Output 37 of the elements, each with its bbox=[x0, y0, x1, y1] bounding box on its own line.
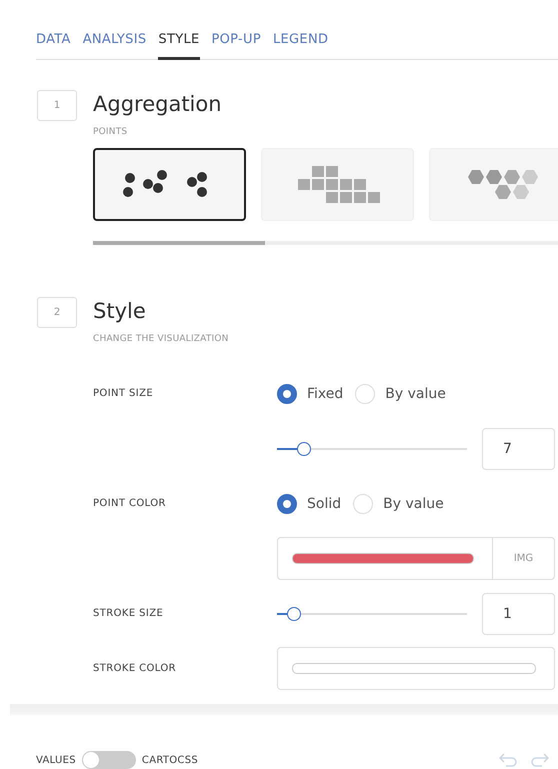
section-subtitle: CHANGE THE VISUALIZATION bbox=[93, 334, 230, 344]
tab[interactable]: DATA bbox=[36, 32, 71, 60]
step-number: 1 bbox=[37, 90, 77, 121]
radio-button[interactable] bbox=[277, 494, 297, 514]
scrollbar-thumb[interactable] bbox=[93, 241, 266, 245]
slider-thumb[interactable] bbox=[296, 442, 311, 456]
toggle-switch[interactable] bbox=[82, 751, 136, 769]
undo-icon[interactable] bbox=[498, 753, 518, 767]
tab[interactable]: ANALYSIS bbox=[82, 32, 146, 60]
radio-label: Solid bbox=[307, 496, 342, 512]
radio-option[interactable]: Solid bbox=[277, 494, 342, 514]
tab[interactable]: POP-UP bbox=[212, 32, 261, 60]
radio-label: Fixed bbox=[307, 386, 344, 402]
number-input[interactable]: 1 bbox=[482, 592, 555, 634]
step-number: 2 bbox=[37, 297, 77, 328]
section-subtitle: POINTS bbox=[93, 127, 128, 137]
field-label: POINT SIZE bbox=[93, 388, 154, 399]
color-field[interactable] bbox=[277, 647, 555, 690]
field-label: STROKE COLOR bbox=[93, 663, 178, 674]
radio-option[interactable]: By value bbox=[355, 384, 446, 404]
tab[interactable]: LEGEND bbox=[273, 32, 328, 60]
field-label: POINT COLOR bbox=[93, 498, 167, 509]
radio-button[interactable] bbox=[277, 384, 297, 404]
toggle-label: VALUES bbox=[36, 754, 76, 766]
field-label: STROKE SIZE bbox=[93, 608, 164, 619]
radio-option[interactable]: Fixed bbox=[277, 384, 344, 404]
tab[interactable]: STYLE bbox=[158, 32, 200, 60]
section-title: Style bbox=[93, 298, 147, 325]
slider-thumb[interactable] bbox=[287, 606, 302, 620]
radio-label: By value bbox=[385, 386, 446, 402]
redo-icon[interactable] bbox=[530, 753, 550, 767]
radio-label: By value bbox=[383, 496, 444, 512]
section-title: Aggregation bbox=[93, 91, 223, 118]
radio-option[interactable]: By value bbox=[353, 494, 444, 514]
toggle-label: CARTOCSS bbox=[142, 754, 198, 766]
number-input[interactable]: 7 bbox=[482, 428, 555, 470]
aggregation-option[interactable] bbox=[93, 148, 246, 221]
